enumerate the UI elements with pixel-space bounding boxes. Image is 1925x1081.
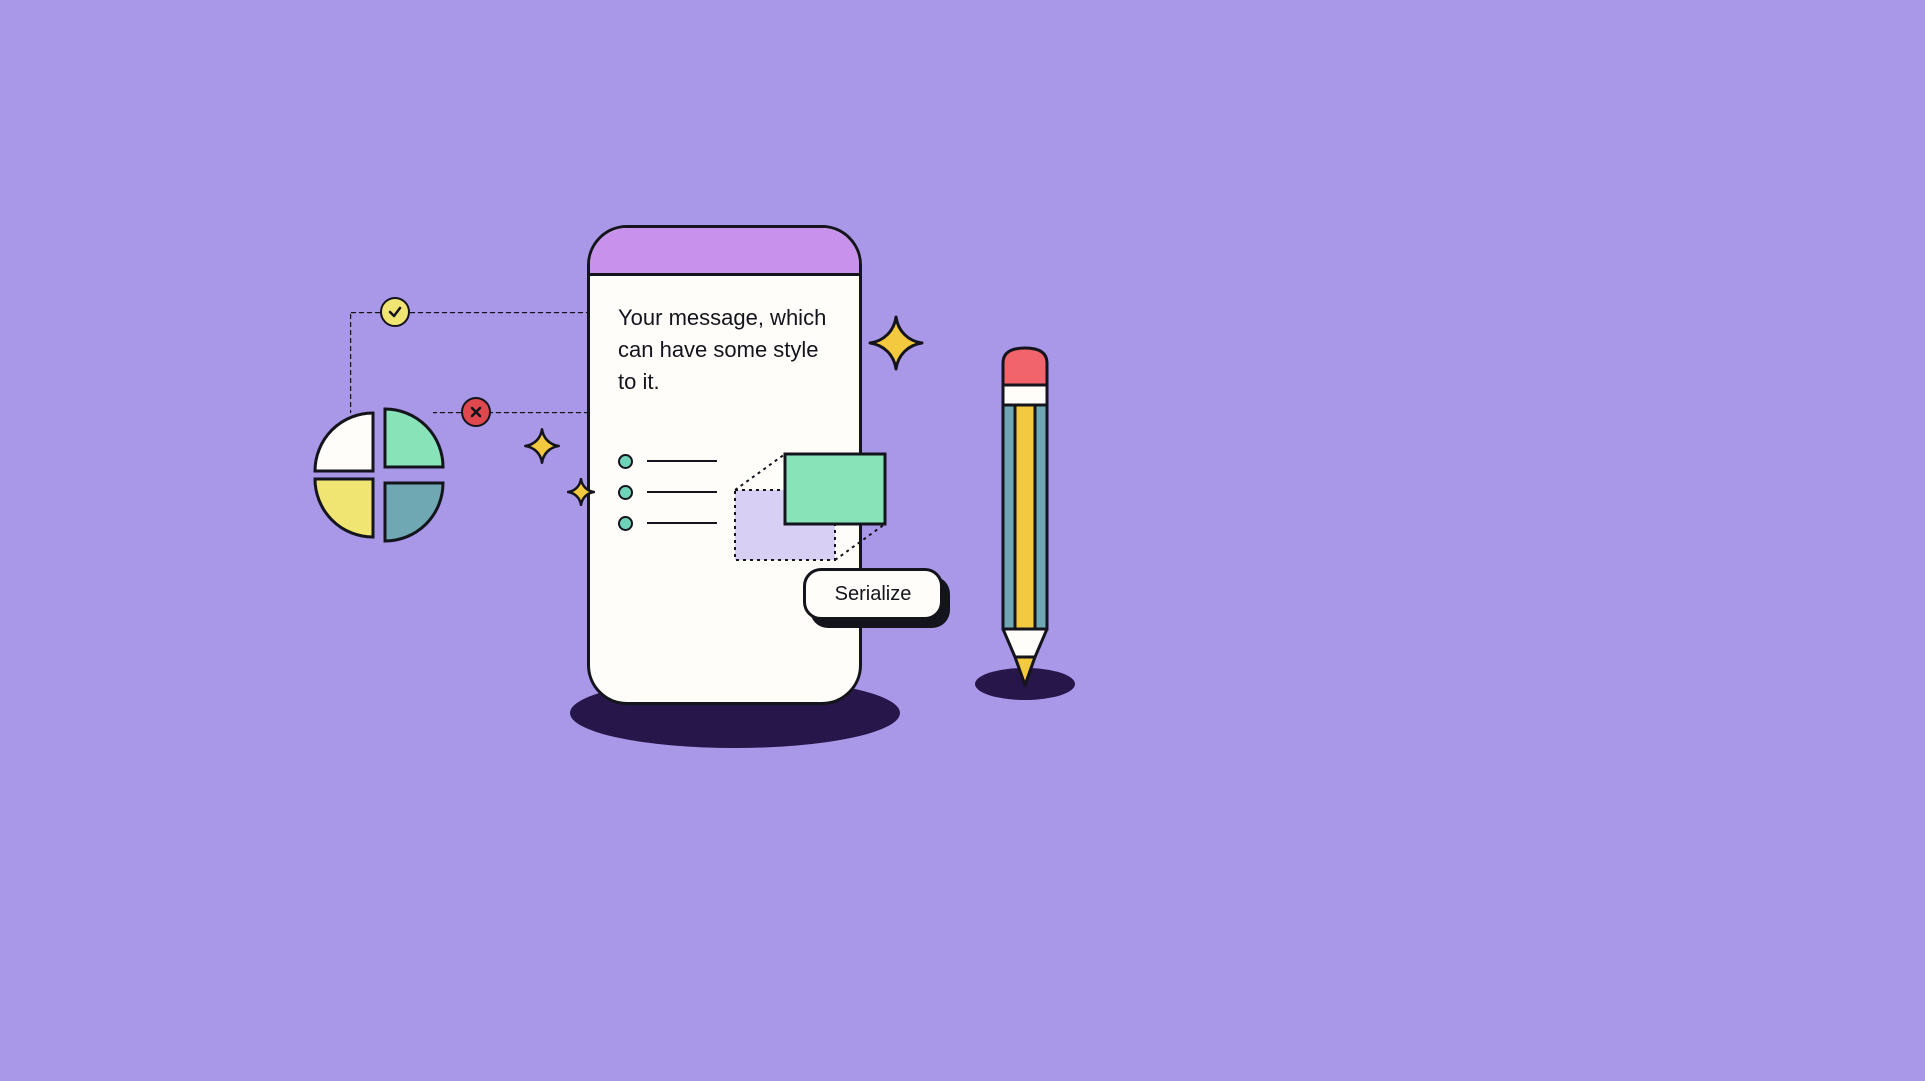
floating-box-icon (725, 450, 895, 570)
check-icon (380, 297, 410, 327)
line-placeholder (647, 491, 717, 494)
bullet-icon (618, 454, 633, 469)
illustration-stage: Your message, which can have some style … (0, 0, 1925, 1081)
serialize-button-label: Serialize (835, 583, 912, 606)
sparkle-icon (868, 315, 924, 371)
serialize-button[interactable]: Serialize (803, 568, 943, 620)
bullet-icon (618, 516, 633, 531)
dotted-connector-2 (433, 412, 593, 422)
sparkle-icon (567, 478, 595, 506)
card-message-text: Your message, which can have some style … (618, 302, 831, 398)
bullet-icon (618, 485, 633, 500)
pencil-icon (1000, 345, 1050, 685)
line-placeholder (647, 522, 717, 525)
line-placeholder (647, 460, 717, 463)
sparkle-icon (524, 428, 560, 464)
x-icon (461, 397, 491, 427)
pie-chart-icon (307, 405, 447, 545)
card-header (590, 228, 859, 276)
